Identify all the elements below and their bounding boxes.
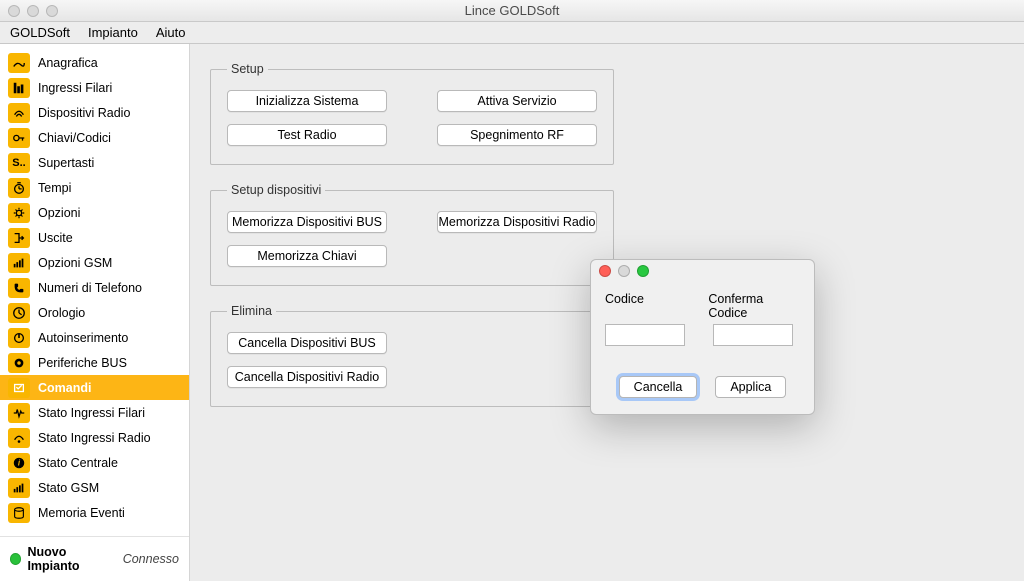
window-zoom-icon[interactable] (46, 5, 58, 17)
sidebar-item-stato-ingressi-filari[interactable]: Stato Ingressi Filari (0, 400, 189, 425)
conferma-codice-label: Conferma Codice (708, 292, 800, 320)
sidebar-item-label: Ingressi Filari (38, 81, 112, 95)
group-setup-legend: Setup (227, 62, 268, 76)
sidebar-item-label: Uscite (38, 231, 73, 245)
sidebar-item-label: Autoinserimento (38, 331, 128, 345)
sidebar-item-dispositivi-radio[interactable]: Dispositivi Radio (0, 100, 189, 125)
codice-label: Codice (605, 292, 680, 320)
stato-ingressi-filari-icon (8, 403, 30, 423)
window-close-icon[interactable] (8, 5, 20, 17)
sidebar-item-label: Orologio (38, 306, 85, 320)
connection-status-icon (10, 553, 21, 565)
plant-name: Nuovo Impianto (27, 545, 116, 573)
sidebar-item-label: Anagrafica (38, 56, 98, 70)
ingressi-filari-icon (8, 78, 30, 98)
sidebar-item-anagrafica[interactable]: Anagrafica (0, 50, 189, 75)
sidebar-item-ingressi-filari[interactable]: Ingressi Filari (0, 75, 189, 100)
btn-spegnimento-rf[interactable]: Spegnimento RF (437, 124, 597, 146)
app-titlebar: Lince GOLDSoft (0, 0, 1024, 22)
sidebar-item-label: Stato GSM (38, 481, 99, 495)
dispositivi-radio-icon (8, 103, 30, 123)
opzioni-icon (8, 203, 30, 223)
btn-memorizza-dispositivi-bus[interactable]: Memorizza Dispositivi BUS (227, 211, 387, 233)
numeri-telefono-icon (8, 278, 30, 298)
group-setup: Setup Inizializza Sistema Attiva Servizi… (210, 62, 614, 165)
tempi-icon (8, 178, 30, 198)
dialog-zoom-icon[interactable] (637, 265, 649, 277)
uscite-icon (8, 228, 30, 248)
stato-ingressi-radio-icon (8, 428, 30, 448)
sidebar-item-uscite[interactable]: Uscite (0, 225, 189, 250)
sidebar-item-periferiche-bus[interactable]: Periferiche BUS (0, 350, 189, 375)
btn-inizializza-sistema[interactable]: Inizializza Sistema (227, 90, 387, 112)
supertasti-icon: S.. (8, 153, 30, 173)
window-title: Lince GOLDSoft (8, 3, 1016, 18)
periferiche-bus-icon (8, 353, 30, 373)
sidebar-item-opzioni-gsm[interactable]: Opzioni GSM (0, 250, 189, 275)
sidebar-item-stato-ingressi-radio[interactable]: Stato Ingressi Radio (0, 425, 189, 450)
codice-input[interactable] (605, 324, 685, 346)
btn-test-radio[interactable]: Test Radio (227, 124, 387, 146)
anagrafica-icon (8, 53, 30, 73)
sidebar-item-label: Dispositivi Radio (38, 106, 130, 120)
orologio-icon (8, 303, 30, 323)
dialog-apply-button[interactable]: Applica (715, 376, 786, 398)
sidebar-item-tempi[interactable]: Tempi (0, 175, 189, 200)
sidebar: Anagrafica Ingressi Filari Dispositivi R… (0, 44, 190, 581)
sidebar-item-stato-centrale[interactable]: i Stato Centrale (0, 450, 189, 475)
stato-centrale-icon: i (8, 453, 30, 473)
chiavi-codici-icon (8, 128, 30, 148)
sidebar-item-label: Opzioni GSM (38, 256, 112, 270)
sidebar-item-label: Memoria Eventi (38, 506, 125, 520)
menu-aiuto[interactable]: Aiuto (156, 25, 186, 40)
btn-memorizza-chiavi[interactable]: Memorizza Chiavi (227, 245, 387, 267)
dialog-titlebar (591, 260, 814, 282)
sidebar-item-comandi[interactable]: Comandi (0, 375, 189, 400)
window-controls (8, 5, 58, 17)
sidebar-item-label: Supertasti (38, 156, 94, 170)
group-elimina: Elimina Cancella Dispositivi BUS Cancell… (210, 304, 610, 407)
menu-bar: GOLDSoft Impianto Aiuto (0, 22, 1024, 44)
group-setup-dispositivi-legend: Setup dispositivi (227, 183, 325, 197)
sidebar-item-label: Opzioni (38, 206, 80, 220)
sidebar-item-supertasti[interactable]: S.. Supertasti (0, 150, 189, 175)
sidebar-item-label: Stato Ingressi Radio (38, 431, 151, 445)
stato-gsm-icon (8, 478, 30, 498)
sidebar-item-label: Chiavi/Codici (38, 131, 111, 145)
sidebar-item-label: Tempi (38, 181, 71, 195)
sidebar-item-autoinserimento[interactable]: Autoinserimento (0, 325, 189, 350)
code-dialog: Codice Conferma Codice Cancella Applica (590, 259, 815, 415)
btn-memorizza-dispositivi-radio[interactable]: Memorizza Dispositivi Radio (437, 211, 597, 233)
sidebar-item-label: Comandi (38, 381, 91, 395)
memoria-eventi-icon (8, 503, 30, 523)
sidebar-footer: Nuovo Impianto Connesso (0, 536, 189, 581)
content-area: Setup Inizializza Sistema Attiva Servizi… (190, 44, 1024, 581)
comandi-icon (8, 378, 30, 398)
sidebar-item-memoria-eventi[interactable]: Memoria Eventi (0, 500, 189, 525)
menu-goldsoft[interactable]: GOLDSoft (10, 25, 70, 40)
window-minimize-icon[interactable] (27, 5, 39, 17)
btn-cancella-dispositivi-radio[interactable]: Cancella Dispositivi Radio (227, 366, 387, 388)
conferma-codice-input[interactable] (713, 324, 793, 346)
sidebar-item-label: Stato Ingressi Filari (38, 406, 145, 420)
opzioni-gsm-icon (8, 253, 30, 273)
btn-attiva-servizio[interactable]: Attiva Servizio (437, 90, 597, 112)
sidebar-item-stato-gsm[interactable]: Stato GSM (0, 475, 189, 500)
sidebar-item-opzioni[interactable]: Opzioni (0, 200, 189, 225)
dialog-close-icon[interactable] (599, 265, 611, 277)
dialog-cancel-button[interactable]: Cancella (619, 376, 698, 398)
plant-state: Connesso (123, 552, 179, 566)
sidebar-item-numeri-telefono[interactable]: Numeri di Telefono (0, 275, 189, 300)
group-setup-dispositivi: Setup dispositivi Memorizza Dispositivi … (210, 183, 614, 286)
sidebar-item-label: Numeri di Telefono (38, 281, 142, 295)
sidebar-item-chiavi-codici[interactable]: Chiavi/Codici (0, 125, 189, 150)
group-elimina-legend: Elimina (227, 304, 276, 318)
sidebar-item-label: Stato Centrale (38, 456, 118, 470)
autoinserimento-icon (8, 328, 30, 348)
sidebar-item-orologio[interactable]: Orologio (0, 300, 189, 325)
sidebar-item-label: Periferiche BUS (38, 356, 127, 370)
dialog-minimize-icon (618, 265, 630, 277)
menu-impianto[interactable]: Impianto (88, 25, 138, 40)
btn-cancella-dispositivi-bus[interactable]: Cancella Dispositivi BUS (227, 332, 387, 354)
